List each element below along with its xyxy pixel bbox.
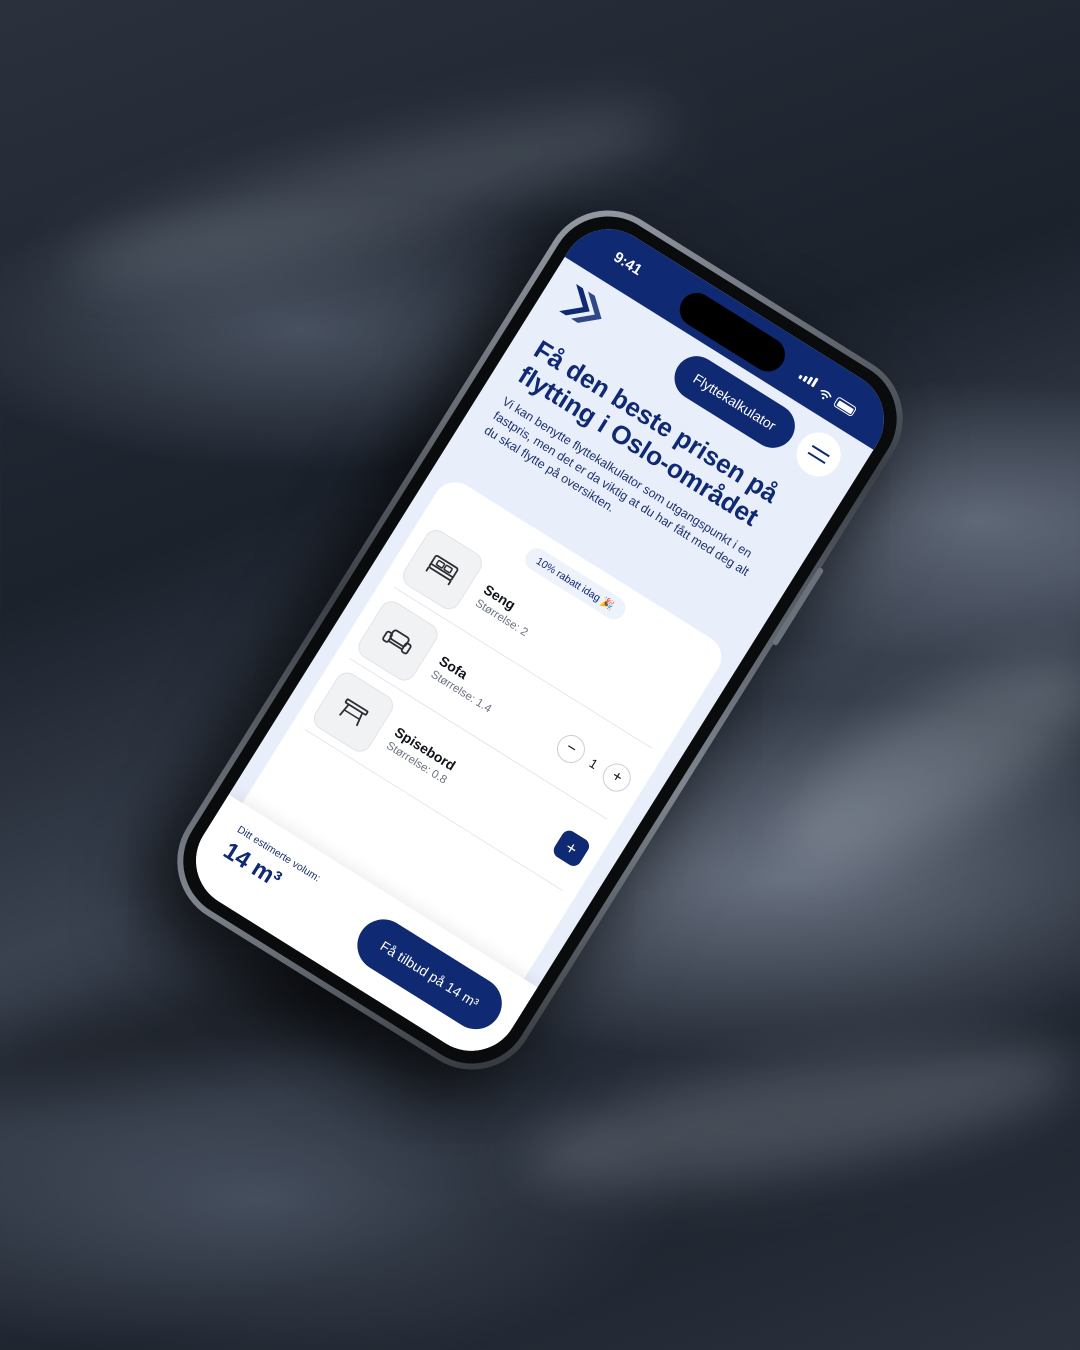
decrease-button[interactable]: − bbox=[551, 729, 591, 769]
menu-button[interactable] bbox=[788, 424, 849, 485]
item-info: Spisebord Størrelse: 0.8 bbox=[384, 723, 459, 786]
status-time: 9:41 bbox=[610, 248, 645, 279]
quantity-value: 1 bbox=[586, 754, 601, 772]
item-info: Sofa Størrelse: 1.4 bbox=[429, 652, 504, 715]
increase-button[interactable]: + bbox=[597, 758, 637, 797]
quantity-stepper: − 1 + bbox=[551, 729, 637, 797]
brand-logo-icon[interactable] bbox=[555, 280, 614, 337]
fabric-highlight bbox=[754, 618, 1080, 902]
fabric-highlight bbox=[514, 1012, 1080, 1218]
signal-icon bbox=[795, 367, 821, 393]
bed-icon bbox=[398, 525, 487, 614]
table-icon bbox=[338, 698, 369, 727]
phone-mockup: 9:41 Flyttekalkulator Få den beste prise… bbox=[153, 186, 927, 1094]
battery-icon bbox=[832, 396, 858, 418]
status-icons bbox=[795, 367, 861, 418]
sofa-icon bbox=[382, 629, 412, 655]
phone-screen: 9:41 Flyttekalkulator Få den beste prise… bbox=[177, 211, 903, 1069]
bed-icon bbox=[425, 554, 459, 586]
item-info: Seng Størrelse: 2 bbox=[473, 581, 540, 639]
add-item-button[interactable]: + bbox=[550, 827, 593, 869]
phone-frame: 9:41 Flyttekalkulator Få den beste prise… bbox=[153, 186, 927, 1094]
wifi-icon bbox=[820, 389, 832, 400]
